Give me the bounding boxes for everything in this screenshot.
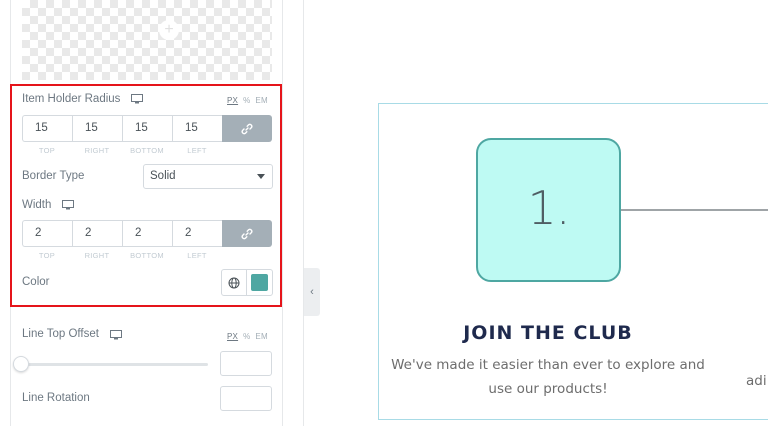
step-description-line: We've made it easier than ever to explor…	[391, 357, 705, 373]
line-top-offset-slider[interactable]	[22, 363, 208, 366]
monitor-icon[interactable]	[110, 330, 122, 340]
side-label-right: RIGHT	[84, 146, 110, 155]
unit-em[interactable]: EM	[255, 96, 267, 105]
border-type-label: Border Type	[22, 170, 85, 182]
radius-unit-switcher[interactable]: PX% EM	[227, 96, 268, 105]
border-type-select[interactable]: Solid	[143, 164, 273, 189]
side-label-bottom: BOTTOM	[130, 251, 164, 260]
color-label: Color	[22, 276, 50, 288]
width-right-input[interactable]: 2	[72, 220, 122, 247]
radius-top-input[interactable]: 15	[22, 115, 72, 142]
step-item-holder[interactable]: 1.	[476, 138, 621, 282]
step-connector-line	[621, 209, 768, 211]
width-side-labels: TOP RIGHT BOTTOM LEFT	[22, 251, 222, 260]
step-description-line: use our products!	[488, 381, 608, 397]
monitor-icon[interactable]	[62, 200, 74, 210]
side-label-top: TOP	[38, 146, 56, 155]
global-colors-button[interactable]	[222, 270, 247, 295]
line-rotation-label: Line Rotation	[22, 392, 90, 404]
link-icon	[241, 123, 253, 134]
step-number: 1.	[527, 181, 571, 235]
line-top-offset-input[interactable]	[220, 351, 272, 376]
color-control	[221, 269, 273, 296]
side-label-top: TOP	[38, 251, 56, 260]
border-type-value: Solid	[150, 170, 176, 182]
radius-link-button[interactable]	[222, 115, 272, 142]
radius-bottom-input[interactable]: 15	[122, 115, 172, 142]
slider-handle[interactable]	[13, 356, 29, 372]
offset-unit-switcher[interactable]: PX% EM	[227, 332, 268, 341]
side-label-left: LEFT	[187, 251, 207, 260]
width-bottom-input[interactable]: 2	[122, 220, 172, 247]
side-label-left: LEFT	[187, 146, 207, 155]
collapse-panel-button[interactable]: ‹	[304, 268, 320, 316]
color-swatch	[251, 274, 268, 291]
side-label-right: RIGHT	[84, 251, 110, 260]
width-dimensions: 2 2 2 2	[22, 220, 272, 247]
unit-percent[interactable]: %	[243, 332, 250, 341]
unit-percent[interactable]: %	[243, 96, 250, 105]
radius-side-labels: TOP RIGHT BOTTOM LEFT	[22, 146, 222, 155]
unit-px[interactable]: PX	[227, 332, 238, 341]
color-picker-button[interactable]	[247, 270, 272, 295]
line-rotation-input[interactable]	[220, 386, 272, 411]
monitor-icon[interactable]	[131, 94, 143, 104]
item-holder-radius-label: Item Holder Radius	[22, 93, 121, 105]
radius-left-input[interactable]: 15	[172, 115, 222, 142]
globe-icon	[228, 277, 240, 288]
line-top-offset-label: Line Top Offset	[22, 328, 99, 340]
image-preview[interactable]: +	[22, 0, 272, 80]
step-description: We've made it easier than ever to explor…	[380, 353, 716, 401]
width-label: Width	[22, 199, 52, 211]
radius-right-input[interactable]: 15	[72, 115, 122, 142]
radius-dimensions: 15 15 15 15	[22, 115, 272, 142]
unit-px[interactable]: PX	[227, 96, 238, 105]
link-icon	[241, 228, 253, 239]
side-label-bottom: BOTTOM	[130, 146, 164, 155]
plus-icon[interactable]: +	[159, 20, 179, 40]
next-step-description: adi	[746, 373, 767, 389]
panel-divider	[303, 0, 304, 426]
width-top-input[interactable]: 2	[22, 220, 72, 247]
width-link-button[interactable]	[222, 220, 272, 247]
width-left-input[interactable]: 2	[172, 220, 222, 247]
chevron-left-icon: ‹	[310, 286, 314, 298]
unit-em[interactable]: EM	[255, 332, 267, 341]
chevron-down-icon	[257, 174, 265, 179]
step-title: JOIN THE CLUB	[463, 322, 633, 344]
